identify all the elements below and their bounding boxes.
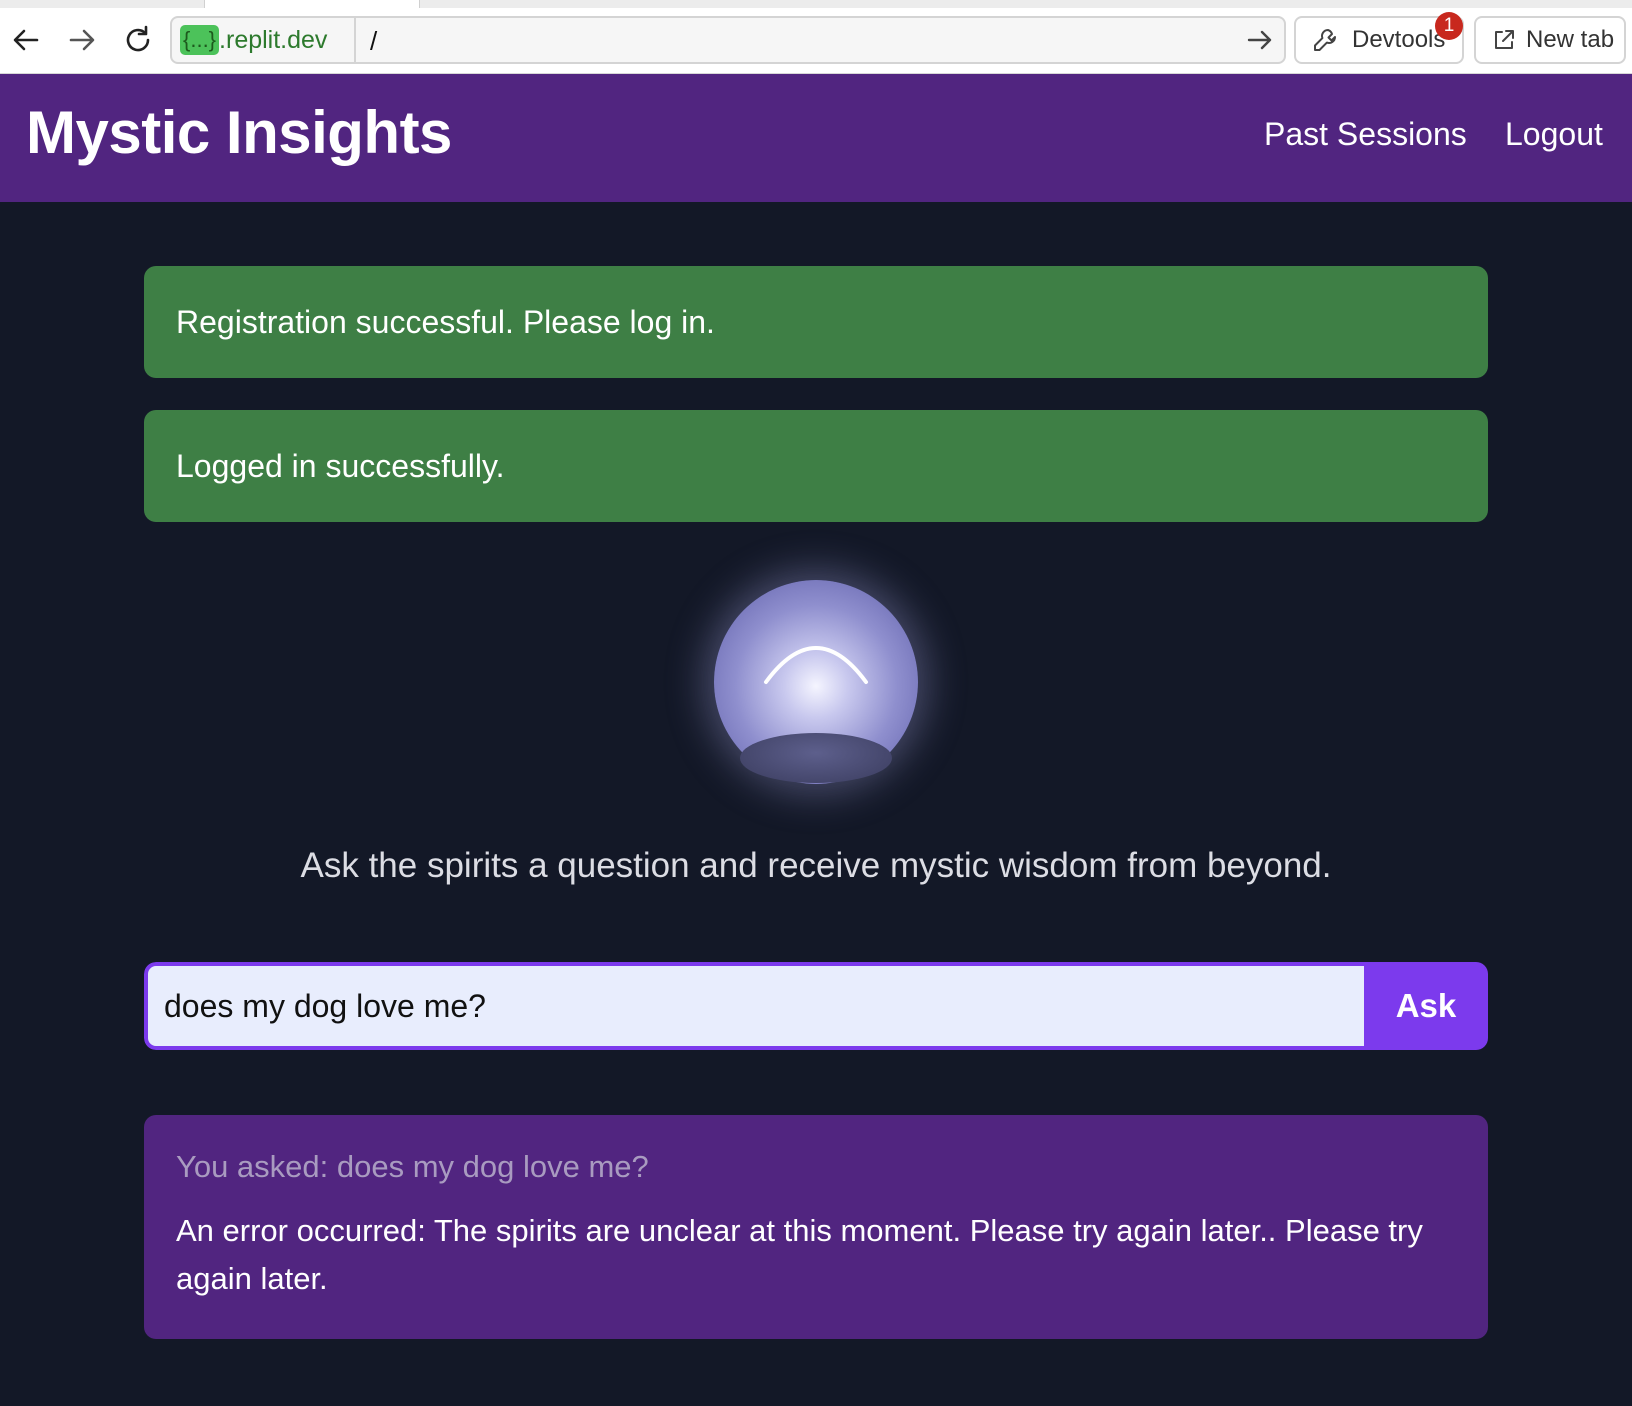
browser-toolbar: {...} .replit.dev / Devtools 1 New tab (0, 0, 1632, 74)
external-link-icon (1495, 30, 1514, 49)
crystal-ball-highlight (764, 646, 868, 684)
back-icon[interactable] (6, 20, 46, 60)
tagline: Ask the spirits a question and receive m… (300, 846, 1332, 885)
address-bar[interactable]: {...} .replit.dev / (170, 16, 1286, 64)
url-path[interactable]: / (370, 26, 377, 57)
new-tab-button[interactable]: New tab (1474, 16, 1626, 64)
url-divider (354, 18, 356, 62)
url-host-suffix: .replit.dev (219, 25, 328, 54)
tab-strip (0, 0, 1632, 8)
spirit-answer: An error occurred: The spirits are uncle… (176, 1213, 1423, 1296)
flash-registration-success: Registration successful. Please log in. (144, 266, 1488, 378)
app-title[interactable]: Mystic Insights (26, 98, 452, 167)
nav-logout[interactable]: Logout (1505, 116, 1603, 153)
ask-button[interactable]: Ask (1364, 962, 1488, 1050)
wrench-icon (1314, 29, 1336, 51)
nav-past-sessions[interactable]: Past Sessions (1264, 116, 1467, 153)
ask-form: Ask (144, 962, 1488, 1050)
url-host: {...} .replit.dev (180, 25, 327, 55)
response-card: You asked: does my dog love me? An error… (144, 1115, 1488, 1339)
url-host-chip: {...} (180, 25, 220, 55)
devtools-label: Devtools (1352, 26, 1446, 53)
browser-tab[interactable] (204, 0, 420, 8)
flash-login-success: Logged in successfully. (144, 410, 1488, 522)
reload-icon[interactable] (118, 20, 158, 60)
devtools-badge: 1 (1435, 12, 1463, 40)
new-tab-label: New tab (1526, 26, 1615, 53)
go-arrow-icon[interactable] (1246, 26, 1274, 54)
forward-icon[interactable] (62, 20, 102, 60)
question-input[interactable] (144, 962, 1364, 1050)
crystal-ball-base (740, 733, 892, 783)
asked-question: You asked: does my dog love me? (176, 1149, 649, 1184)
app-header: Mystic Insights Past Sessions Logout (0, 74, 1632, 202)
